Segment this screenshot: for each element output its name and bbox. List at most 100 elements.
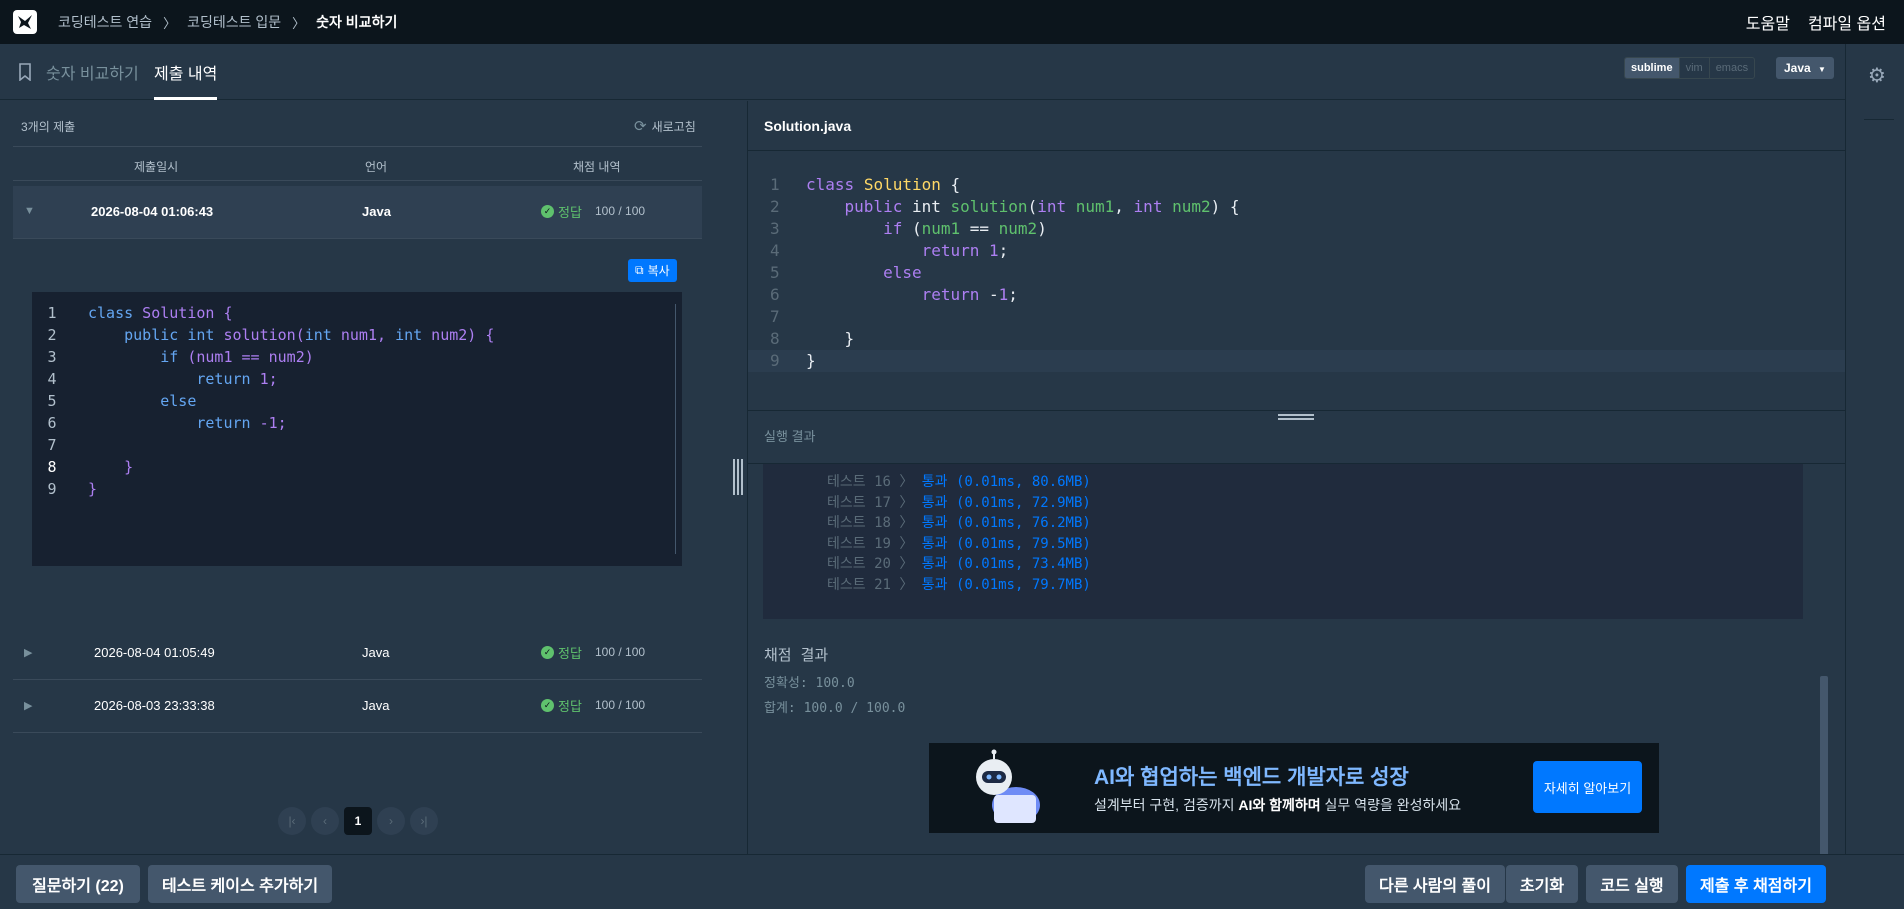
submission-score: 100 / 100 — [595, 698, 646, 712]
file-name: Solution.java — [764, 118, 852, 134]
test-pass-text: 통과 (0.01ms, 80.6MB) — [921, 474, 1091, 490]
vertical-resize-handle[interactable] — [1278, 414, 1314, 422]
banner-cta-button[interactable]: 자세히 알아보기 — [1533, 761, 1642, 813]
results-header: 실행 결과 — [748, 410, 1845, 464]
promo-banner[interactable]: AI와 협업하는 백엔드 개발자로 성장 설계부터 구현, 검증까지 AI와 함… — [929, 743, 1659, 833]
bottom-action-bar: 질문하기 (22) 테스트 케이스 추가하기 다른 사람의 풀이 초기화 코드 … — [0, 854, 1904, 909]
editor-line[interactable]: 5 else — [748, 262, 1845, 284]
line-number: 3 — [770, 219, 780, 238]
breadcrumb-item[interactable]: 코딩테스트 입문 — [187, 12, 281, 32]
code-text: return 1; — [196, 370, 278, 388]
test-result-row: 테스트 19 〉 통과 (0.01ms, 79.5MB) — [827, 533, 1091, 553]
editor-header: Solution.java — [748, 101, 1845, 151]
test-pass-text: 통과 (0.01ms, 79.7MB) — [921, 577, 1091, 593]
header-grade: 채점 내역 — [573, 160, 621, 174]
code-text: class Solution { — [88, 304, 233, 322]
editor-line[interactable]: 3 if (num1 == num2) — [748, 218, 1845, 240]
code-text: } — [88, 480, 98, 498]
line-number: 1 — [770, 175, 780, 194]
tab-history[interactable]: 제출 내역 — [154, 44, 218, 100]
test-results-box[interactable]: 테스트 16 〉 통과 (0.01ms, 80.6MB) 테스트 17 〉 통과 … — [763, 464, 1803, 619]
breadcrumb-item[interactable]: 코딩테스트 연습 — [58, 12, 152, 32]
programmers-logo-icon[interactable] — [13, 10, 37, 34]
submission-code-viewer[interactable]: 1 class Solution {2 public int solution(i… — [32, 292, 682, 566]
submission-row[interactable]: ▶ 2026-08-04 01:05:49 Java ✓ 정답 100 / 100 — [13, 627, 702, 680]
submission-count: 3개의 제출 — [21, 120, 76, 134]
editor-line[interactable]: 8 } — [748, 328, 1845, 350]
test-label: 테스트 20 〉 — [827, 556, 922, 573]
status-badge: ✓ 정답 — [541, 202, 582, 221]
code-text: if (num1 == num2) — [883, 219, 1047, 238]
line-number: 4 — [47, 370, 57, 388]
results-scrollbar[interactable] — [1820, 676, 1828, 856]
submission-date: 2026-08-04 01:06:43 — [91, 204, 214, 219]
tab-bar: 숫자 비교하기 제출 내역 sublime vim emacs Java ▼ — [0, 44, 1845, 100]
caret-right-icon[interactable]: ▶ — [24, 646, 32, 659]
code-editor[interactable]: Solution.java 1 class Solution {2 public … — [748, 101, 1845, 411]
keymap-vim[interactable]: vim — [1678, 58, 1709, 78]
next-page-icon[interactable]: › — [377, 807, 405, 835]
test-result-row: 테스트 18 〉 통과 (0.01ms, 76.2MB) — [827, 512, 1091, 532]
run-result-label: 실행 결과 — [764, 429, 816, 444]
top-nav: 코딩테스트 연습 〉 코딩테스트 입문 〉 숫자 비교하기 도움말 컴파일 옵션 — [0, 0, 1904, 44]
language-dropdown[interactable]: Java ▼ — [1776, 57, 1834, 79]
test-pass-text: 통과 (0.01ms, 73.4MB) — [921, 556, 1091, 573]
keymap-sublime[interactable]: sublime — [1625, 58, 1679, 78]
prev-page-icon[interactable]: ‹ — [311, 807, 339, 835]
test-pass-text: 통과 (0.01ms, 76.2MB) — [921, 515, 1091, 532]
caret-down-icon[interactable]: ▼ — [24, 205, 35, 217]
editor-line[interactable]: 6 return -1; — [748, 284, 1845, 306]
other-solutions-button[interactable]: 다른 사람의 풀이 — [1365, 865, 1505, 903]
submission-date: 2026-08-03 23:33:38 — [94, 698, 215, 713]
submission-panel: 3개의 제출 ⟳ 새로고침 제출일시 언어 채점 내역 ▼ 2026-08-04 … — [0, 101, 747, 854]
header-lang: 언어 — [365, 160, 388, 174]
last-page-icon[interactable]: ›| — [410, 807, 438, 835]
caret-right-icon[interactable]: ▶ — [24, 699, 32, 712]
run-code-button[interactable]: 코드 실행 — [1586, 865, 1678, 903]
header-date: 제출일시 — [134, 160, 179, 174]
results-panel: 테스트 16 〉 통과 (0.01ms, 80.6MB) 테스트 17 〉 통과 … — [748, 464, 1845, 856]
test-label: 테스트 16 〉 — [827, 474, 922, 490]
add-testcase-button[interactable]: 테스트 케이스 추가하기 — [148, 865, 332, 903]
code-scrollbar[interactable] — [675, 304, 676, 554]
copy-button[interactable]: ⧉ 복사 — [628, 259, 677, 282]
code-text: } — [88, 458, 134, 476]
help-link[interactable]: 도움말 — [1746, 10, 1790, 34]
ask-question-button[interactable]: 질문하기 (22) — [16, 865, 140, 903]
banner-headline: AI와 협업하는 백엔드 개발자로 성장 — [1094, 766, 1409, 789]
active-tab-indicator — [154, 97, 218, 100]
code-text: if (num1 == num2) — [160, 348, 314, 366]
gear-icon[interactable]: ⚙ — [1868, 63, 1886, 88]
editor-line[interactable]: 9} — [748, 350, 1845, 372]
editor-line[interactable]: 1 class Solution { — [748, 174, 1845, 196]
pane-resize-handle[interactable] — [733, 459, 745, 495]
first-page-icon[interactable]: |‹ — [278, 807, 306, 835]
bookmark-icon[interactable] — [18, 63, 32, 81]
page-current[interactable]: 1 — [344, 807, 372, 835]
line-number: 9 — [770, 351, 780, 370]
test-result-row: 테스트 21 〉 통과 (0.01ms, 79.7MB) — [827, 574, 1091, 594]
submission-row[interactable]: ▼ 2026-08-04 01:06:43 Java ✓ 정답 100 / 100 — [13, 186, 702, 239]
submit-button[interactable]: 제출 후 채점하기 — [1686, 865, 1826, 903]
submission-lang: Java — [362, 698, 390, 713]
line-number: 6 — [770, 285, 780, 304]
accuracy-text: 정확성: 100.0 — [764, 676, 855, 691]
test-label: 테스트 17 〉 — [827, 494, 922, 511]
refresh-button[interactable]: ⟳ 새로고침 — [634, 117, 696, 135]
editor-line[interactable]: 4 return 1; — [748, 240, 1845, 262]
code-text: else — [883, 263, 922, 282]
reset-button[interactable]: 초기화 — [1506, 865, 1578, 903]
editor-line[interactable]: 2 public int solution(int num1, int num2… — [748, 196, 1845, 218]
submission-table-header: 제출일시 언어 채점 내역 — [13, 146, 702, 181]
line-number: 7 — [770, 307, 780, 326]
tab-problem[interactable]: 숫자 비교하기 — [18, 44, 139, 100]
copy-icon: ⧉ — [635, 263, 644, 277]
status-text: 정답 — [558, 205, 582, 220]
submission-row[interactable]: ▶ 2026-08-03 23:33:38 Java ✓ 정답 100 / 100 — [13, 680, 702, 733]
tab-history-label: 제출 내역 — [154, 66, 218, 83]
keymap-emacs[interactable]: emacs — [1708, 58, 1754, 78]
line-number: 8 — [47, 458, 57, 476]
check-circle-icon: ✓ — [541, 205, 554, 218]
compile-options-link[interactable]: 컴파일 옵션 — [1808, 10, 1886, 34]
editor-line[interactable]: 7 — [748, 306, 1845, 328]
